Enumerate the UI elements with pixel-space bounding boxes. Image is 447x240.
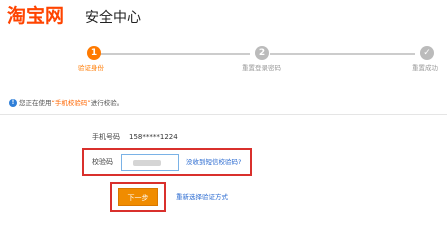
page-header: 淘宝网 安全中心 [0,0,447,36]
notice-prefix: 您正在使用 [19,99,52,107]
resend-code-link[interactable]: 没收到短信校验码? [186,157,241,167]
phone-value: 158*****1224 [129,133,178,141]
step-3-label: 重置成功 [412,64,438,72]
verification-code-input[interactable] [121,154,179,171]
code-label: 校验码 [92,158,113,166]
next-button[interactable]: 下一步 [118,188,158,206]
step-connector [270,53,415,55]
notice-suffix: 进行校验。 [90,99,124,107]
info-icon: ! [9,99,17,107]
step-2-label: 重置登录密码 [242,64,281,72]
phone-label: 手机号码 [92,133,120,141]
taobao-logo[interactable]: 淘宝网 [7,5,64,27]
phone-row: 手机号码 158*****1224 [92,132,178,142]
change-method-link[interactable]: 重新选择验证方式 [176,192,228,202]
step-1-label: 验证身份 [78,64,104,72]
divider [0,114,447,115]
page-title: 安全中心 [85,10,141,26]
code-value-blurred [133,160,161,166]
step-connector [100,53,250,55]
notice-method: “手机校验码” [51,99,91,107]
step-1-indicator: 1 [87,46,101,60]
verification-notice: ! 您正在使用“手机校验码”进行校验。 [9,98,123,108]
step-3-check-icon: ✓ [420,46,434,60]
step-2-indicator: 2 [255,46,269,60]
